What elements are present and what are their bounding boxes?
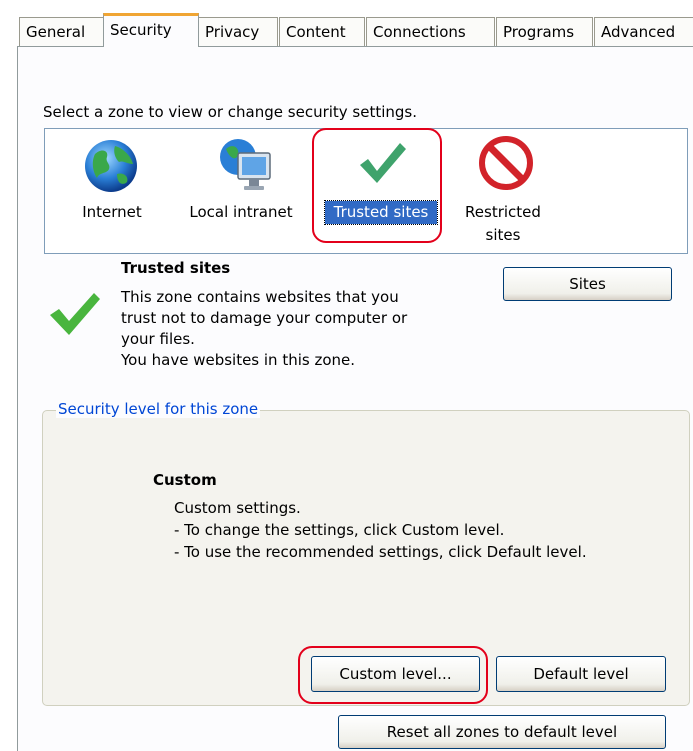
checkmark-icon [50,293,100,335]
zone-description-line: You have websites in this zone. [121,351,356,369]
tab-label: Programs [503,23,575,41]
zone-internet[interactable]: Internet [45,129,179,253]
default-level-button[interactable]: Default level [496,656,666,692]
no-entry-icon [479,136,533,190]
security-level-line: - To change the settings, click Custom l… [174,521,505,539]
reset-all-zones-button[interactable]: Reset all zones to default level [338,715,666,749]
highlight-outline [298,646,488,704]
security-level-line: - To use the recommended settings, click… [174,543,587,561]
zone-label-local-intranet: Local intranet [189,203,293,221]
zone-description-line: trust not to damage your computer or [121,309,408,327]
zone-label-internet: Internet [82,203,142,221]
tab-label: Privacy [205,23,260,41]
zone-restricted-sites[interactable]: Restricted sites [441,129,565,253]
tab-advanced[interactable]: Advanced [594,17,693,46]
tab-label: Advanced [601,23,676,41]
tab-content[interactable]: Content [279,17,365,46]
tab-label: Connections [373,23,466,41]
tab-privacy[interactable]: Privacy [198,17,278,46]
zone-description: This zone contains websites that you tru… [121,287,407,371]
zone-label-restricted-line1: Restricted [465,203,541,221]
zone-title: Trusted sites [121,259,231,277]
highlight-outline [312,128,442,243]
tab-connections[interactable]: Connections [366,17,495,46]
globe-icon [85,140,137,192]
zone-local-intranet[interactable]: Local intranet [179,129,303,253]
zone-description-line: your files. [121,330,195,348]
tab-label: General [26,23,86,41]
zone-prompt: Select a zone to view or change security… [43,103,418,121]
tab-label: Content [286,23,346,41]
zone-label-restricted-line2: sites [485,226,521,244]
zone-description-line: This zone contains websites that you [121,288,399,306]
tab-general[interactable]: General [19,17,104,46]
intranet-icon [220,139,271,190]
sites-button[interactable]: Sites [503,267,672,301]
tab-label: Security [110,21,172,39]
security-level-name: Custom [153,471,217,489]
security-level-group-label: Security level for this zone [56,400,261,418]
tab-security[interactable]: Security [103,13,199,47]
security-level-line: Custom settings. [174,499,301,517]
security-level-description: Custom settings. - To change the setting… [174,497,587,563]
tab-programs[interactable]: Programs [496,17,593,46]
